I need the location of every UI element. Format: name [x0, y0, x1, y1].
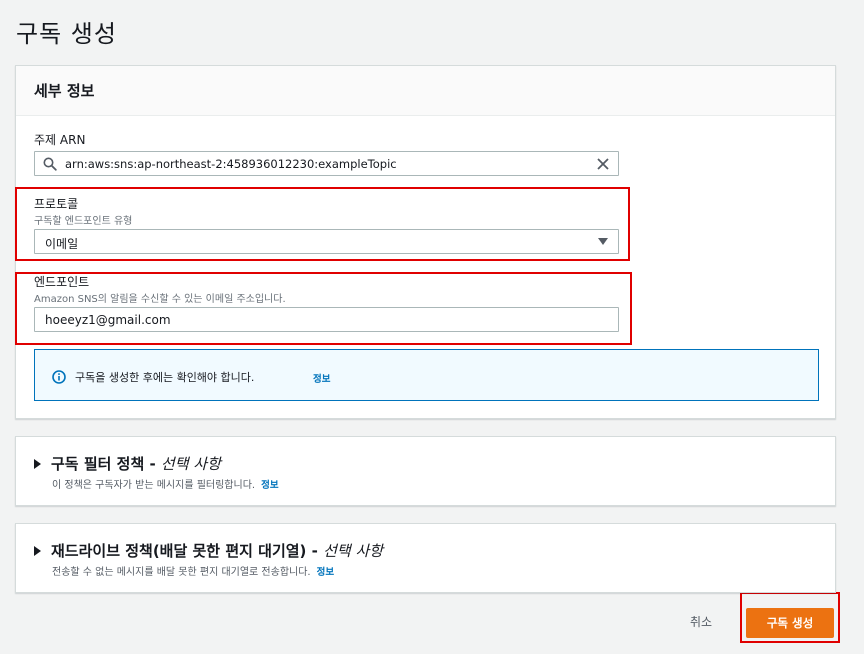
- topic-arn-value: arn:aws:sns:ap-northeast-2:458936012230:…: [65, 157, 397, 171]
- redrive-policy-title: 재드라이브 정책(배달 못한 편지 대기열) - 선택 사항: [51, 542, 384, 560]
- page-title: 구독 생성: [16, 20, 117, 48]
- filter-policy-info-link[interactable]: 정보: [261, 480, 278, 491]
- endpoint-label: 엔드포인트: [34, 275, 90, 289]
- endpoint-field-box: [34, 307, 619, 332]
- confirmation-info-alert: 구독을 생성한 후에는 확인해야 합니다. 정보: [34, 349, 819, 401]
- endpoint-input[interactable]: [35, 308, 618, 331]
- protocol-select[interactable]: 이메일: [34, 229, 619, 254]
- filter-policy-header[interactable]: 구독 필터 정책 - 선택 사항: [34, 453, 221, 474]
- clear-icon[interactable]: [596, 157, 610, 171]
- redrive-policy-info-link[interactable]: 정보: [317, 567, 334, 578]
- filter-policy-panel[interactable]: 구독 필터 정책 - 선택 사항 이 정책은 구독자가 받는 메시지를 필터링합…: [15, 436, 836, 506]
- protocol-label: 프로토콜: [34, 197, 79, 211]
- details-heading: 세부 정보: [34, 82, 95, 100]
- search-icon: [43, 157, 57, 171]
- redrive-policy-panel[interactable]: 재드라이브 정책(배달 못한 편지 대기열) - 선택 사항 전송할 수 없는 …: [15, 523, 836, 593]
- redrive-policy-optional: 선택 사항: [323, 542, 384, 560]
- alert-info-link[interactable]: 정보: [313, 371, 330, 385]
- filter-policy-title: 구독 필터 정책 - 선택 사항: [51, 455, 221, 473]
- topic-arn-label: 주제 ARN: [34, 133, 86, 147]
- filter-policy-description: 이 정책은 구독자가 받는 메시지를 필터링합니다. 정보: [52, 480, 279, 491]
- filter-policy-optional: 선택 사항: [160, 455, 221, 473]
- caret-down-icon: [598, 238, 608, 245]
- topic-arn-search-input[interactable]: arn:aws:sns:ap-northeast-2:458936012230:…: [34, 151, 619, 176]
- details-panel-header: 세부 정보: [16, 66, 835, 116]
- alert-message: 구독을 생성한 후에는 확인해야 합니다.: [75, 371, 255, 384]
- protocol-selected-value: 이메일: [45, 237, 79, 251]
- info-icon: [52, 370, 66, 384]
- caret-right-icon: [34, 458, 41, 469]
- caret-right-icon: [34, 545, 41, 556]
- endpoint-description: Amazon SNS의 알림을 수신할 수 있는 이메일 주소입니다.: [34, 294, 286, 305]
- details-panel: 세부 정보 주제 ARN arn:aws:sns:ap-northeast-2:…: [15, 65, 836, 419]
- redrive-policy-header[interactable]: 재드라이브 정책(배달 못한 편지 대기열) - 선택 사항: [34, 540, 383, 561]
- protocol-description: 구독할 엔드포인트 유형: [34, 216, 133, 227]
- create-subscription-button[interactable]: 구독 생성: [746, 608, 834, 638]
- redrive-policy-description: 전송할 수 없는 메시지를 배달 못한 편지 대기열로 전송합니다. 정보: [52, 567, 335, 578]
- cancel-button[interactable]: 취소: [690, 613, 712, 630]
